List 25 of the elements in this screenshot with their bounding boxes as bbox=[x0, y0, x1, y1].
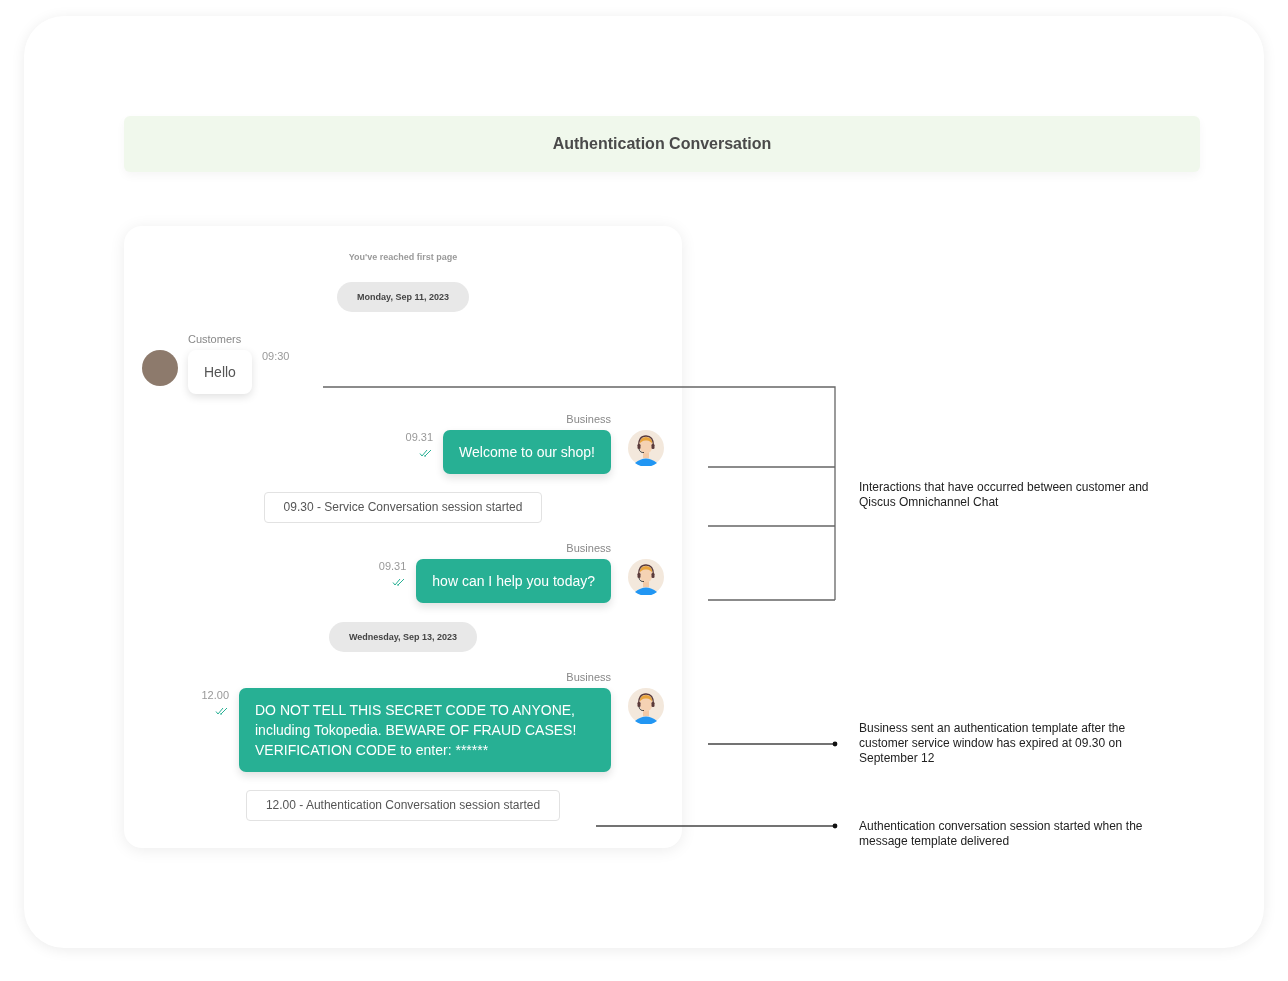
message-time: 09:30 bbox=[261, 350, 290, 363]
message-bubble: Welcome to our shop! bbox=[443, 430, 611, 474]
agent-avatar-icon bbox=[628, 559, 664, 595]
message-time: 12.00 bbox=[201, 689, 229, 702]
message-bubble: Hello bbox=[188, 350, 252, 394]
message-bubble: how can I help you today? bbox=[416, 559, 611, 603]
annotation-text: Interactions that have occurred between customer and Qiscus Omnichannel Chat bbox=[859, 480, 1150, 510]
date-separator: Monday, Sep 11, 2023 bbox=[337, 282, 469, 312]
agent-avatar-icon bbox=[628, 688, 664, 724]
sender-label: Business bbox=[566, 541, 611, 555]
message-time: 09.31 bbox=[378, 560, 407, 573]
avatar-placeholder bbox=[142, 350, 178, 386]
sender-label: Business bbox=[566, 670, 611, 684]
message-time: 09.31 bbox=[405, 431, 434, 444]
annotation-text: Business sent an authentication template after the customer service window has expired at 09.30 on September 12 bbox=[859, 721, 1127, 766]
session-notice: 09.30 - Service Conversation session started bbox=[263, 492, 543, 523]
sender-label: Business bbox=[566, 412, 611, 426]
sender-label: Customers bbox=[188, 332, 243, 346]
annotation-text: Authentication conversation session started when the message template delivered bbox=[859, 819, 1144, 849]
agent-avatar-icon bbox=[628, 430, 664, 466]
session-notice: 12.00 - Authentication Conversation session started bbox=[245, 790, 561, 821]
page-title: Authentication Conversation bbox=[552, 135, 772, 153]
first-page-note: You've reached first page bbox=[347, 251, 459, 263]
date-separator: Wednesday, Sep 13, 2023 bbox=[328, 622, 478, 652]
message-bubble: DO NOT TELL THIS SECRET CODE TO ANYONE, including Tokopedia. BEWARE OF FRAUD CASES! VERIFICATION CODE to enter: ****** bbox=[239, 688, 611, 772]
